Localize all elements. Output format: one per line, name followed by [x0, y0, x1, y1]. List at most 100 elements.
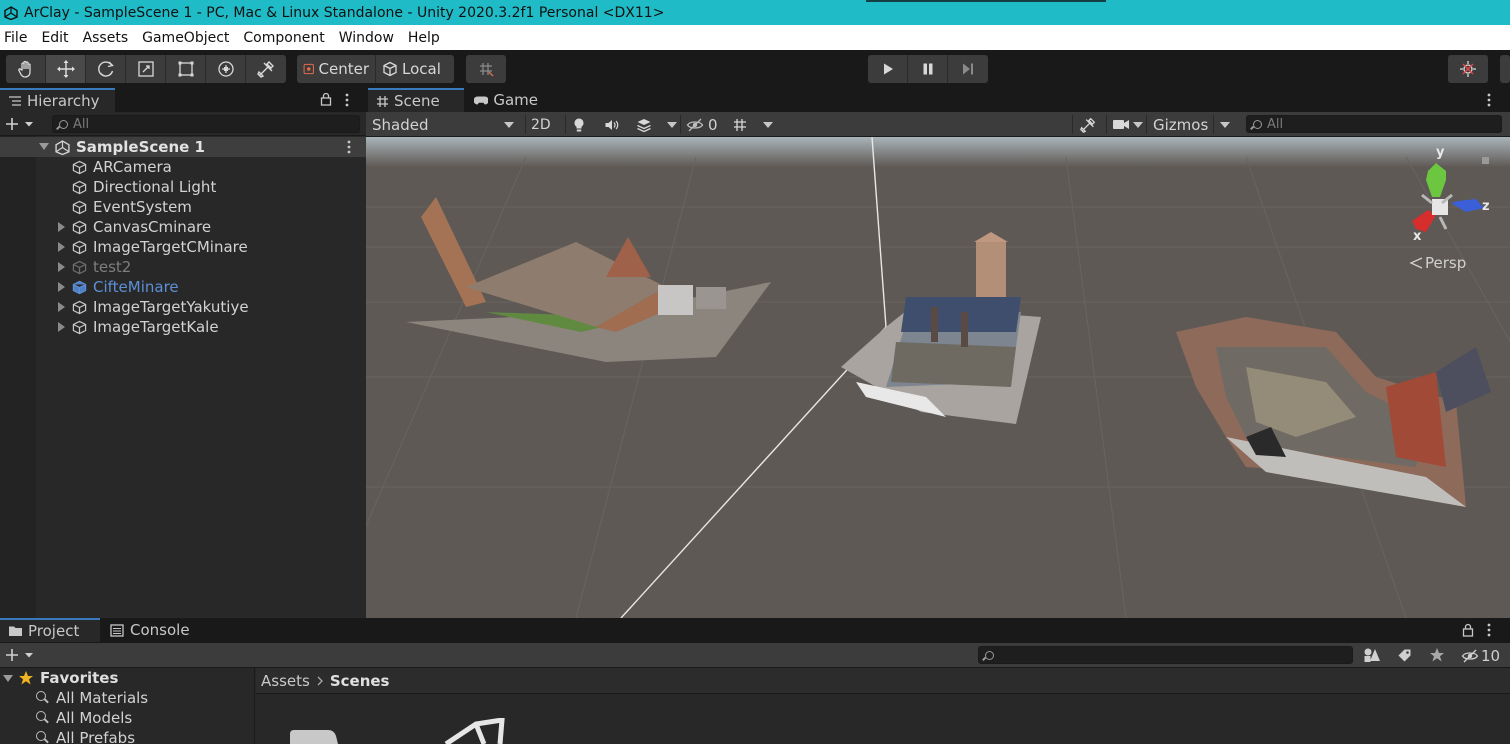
favorite-item-label: All Prefabs [56, 729, 136, 744]
transform-tools [6, 55, 286, 83]
collab-button[interactable] [1448, 55, 1488, 83]
hierarchy-item[interactable]: EventSystem [0, 197, 366, 217]
tab-scene[interactable]: Scene [368, 88, 464, 112]
expand-arrow-icon[interactable] [58, 282, 65, 292]
scene-tools-icon[interactable] [1079, 116, 1097, 134]
project-tabstrip: Project Console [0, 618, 1510, 643]
shading-mode-dropdown[interactable]: Shaded [372, 112, 518, 137]
favorites-row[interactable]: Favorites [0, 668, 255, 688]
scale-tool-button[interactable] [126, 55, 166, 83]
expand-arrow-icon[interactable] [58, 302, 65, 312]
custom-tool-button[interactable] [246, 55, 286, 83]
effects-toggle-icon[interactable] [636, 117, 652, 133]
gizmo-lock-icon[interactable] [1482, 157, 1489, 164]
list-icon [9, 96, 21, 106]
hidden-objects-icon[interactable] [686, 117, 704, 133]
gizmos-button[interactable]: Gizmos [1153, 112, 1208, 137]
project-kebab-icon[interactable] [1486, 623, 1492, 637]
account-button[interactable] [1500, 55, 1510, 83]
pause-button[interactable] [908, 55, 948, 83]
scene-kebab-icon[interactable] [346, 140, 352, 154]
effects-dropdown-icon[interactable] [667, 122, 677, 128]
hierarchy-item[interactable]: Directional Light [0, 177, 366, 197]
expand-arrow-icon[interactable] [39, 143, 49, 150]
play-button[interactable] [868, 55, 908, 83]
grid-toggle-icon[interactable] [731, 116, 749, 134]
hierarchy-item[interactable]: ImageTargetYakutiye [0, 297, 366, 317]
hierarchy-item[interactable]: CanvasCminare [0, 217, 366, 237]
kebab-menu-icon[interactable] [344, 93, 350, 107]
menu-gameobject[interactable]: GameObject [138, 30, 236, 46]
favorite-item[interactable]: All Models [0, 708, 255, 728]
create-plus-icon[interactable] [5, 117, 35, 131]
folder-asset-icon[interactable] [288, 728, 348, 744]
favorite-item[interactable]: All Materials [0, 688, 255, 708]
grid-snap-button[interactable] [466, 55, 506, 83]
tab-game[interactable]: Game [466, 88, 546, 112]
hierarchy-item[interactable]: CifteMinare [0, 277, 366, 297]
rotate-tool-button[interactable] [86, 55, 126, 83]
local-space-icon [383, 61, 397, 77]
pivot-local-toggle[interactable]: Local [375, 55, 453, 83]
hierarchy-item-label: ImageTargetYakutiye [93, 298, 249, 316]
menu-assets[interactable]: Assets [79, 30, 136, 46]
breadcrumb-assets[interactable]: Assets [261, 672, 310, 690]
project-create-icon[interactable] [5, 648, 35, 662]
hierarchy-search-input[interactable]: All [52, 115, 360, 133]
scene-viewport[interactable]: y z x Persp [366, 137, 1510, 618]
project-hidden-toggle[interactable]: 10 [1461, 643, 1500, 668]
favorite-star-icon[interactable] [1429, 647, 1445, 663]
menu-file[interactable]: File [0, 30, 34, 46]
play-icon [883, 63, 893, 75]
move-tool-button[interactable] [46, 55, 86, 83]
gameobject-cube-icon [72, 300, 87, 315]
hierarchy-search-placeholder: All [73, 116, 90, 132]
gizmos-label: Gizmos [1153, 115, 1209, 134]
projection-toggle[interactable]: Persp [1409, 254, 1466, 272]
step-button[interactable] [948, 55, 988, 83]
expand-arrow-icon[interactable] [58, 322, 65, 332]
breadcrumb-scenes[interactable]: Scenes [330, 672, 390, 690]
transform-tool-button[interactable] [206, 55, 246, 83]
hand-tool-button[interactable] [6, 55, 46, 83]
tab-console[interactable]: Console [102, 618, 202, 642]
lock-icon[interactable] [320, 92, 332, 106]
hierarchy-item-label: test2 [93, 258, 132, 276]
gamepad-icon [474, 95, 489, 105]
scene-row[interactable]: SampleScene 1 [0, 137, 366, 157]
grid-dropdown-icon[interactable] [763, 122, 773, 128]
hierarchy-item[interactable]: ImageTargetCMinare [0, 237, 366, 257]
hierarchy-item[interactable]: ARCamera [0, 157, 366, 177]
lighting-toggle-icon[interactable] [571, 117, 587, 133]
menu-window[interactable]: Window [335, 30, 401, 46]
hierarchy-item[interactable]: test2 [0, 257, 366, 277]
gizmos-dropdown-icon[interactable] [1220, 122, 1230, 128]
scene-asset-icon[interactable] [436, 718, 506, 744]
scene-search-input[interactable]: All [1246, 115, 1502, 133]
expand-arrow-icon[interactable] [58, 262, 65, 272]
project-lock-icon[interactable] [1462, 623, 1474, 637]
audio-toggle-icon[interactable] [604, 117, 620, 133]
camera-dropdown-icon[interactable] [1133, 122, 1143, 128]
camera-icon[interactable] [1112, 117, 1130, 131]
expand-arrow-icon[interactable] [58, 222, 65, 232]
scene-tabstrip: Scene Game [366, 88, 1510, 112]
filter-by-type-icon[interactable] [1363, 647, 1381, 663]
hierarchy-item[interactable]: ImageTargetKale [0, 317, 366, 337]
tab-project[interactable]: Project [0, 618, 100, 642]
tab-hierarchy[interactable]: Hierarchy [0, 88, 115, 112]
filter-by-label-icon[interactable] [1397, 648, 1412, 663]
menu-edit[interactable]: Edit [37, 30, 75, 46]
hierarchy-tab-label: Hierarchy [27, 92, 100, 110]
pivot-center-label: Center [318, 60, 370, 78]
project-search-input[interactable] [978, 646, 1353, 664]
favorite-item[interactable]: All Prefabs [0, 728, 255, 744]
menu-component[interactable]: Component [239, 30, 331, 46]
toggle-2d-button[interactable]: 2D [531, 112, 551, 137]
pivot-center-toggle[interactable]: Center [297, 55, 375, 83]
menu-help[interactable]: Help [404, 30, 447, 46]
rect-tool-button[interactable] [166, 55, 206, 83]
favorites-expand-icon[interactable] [3, 675, 13, 682]
expand-arrow-icon[interactable] [58, 242, 65, 252]
scene-kebab-menu-icon[interactable] [1486, 93, 1492, 107]
